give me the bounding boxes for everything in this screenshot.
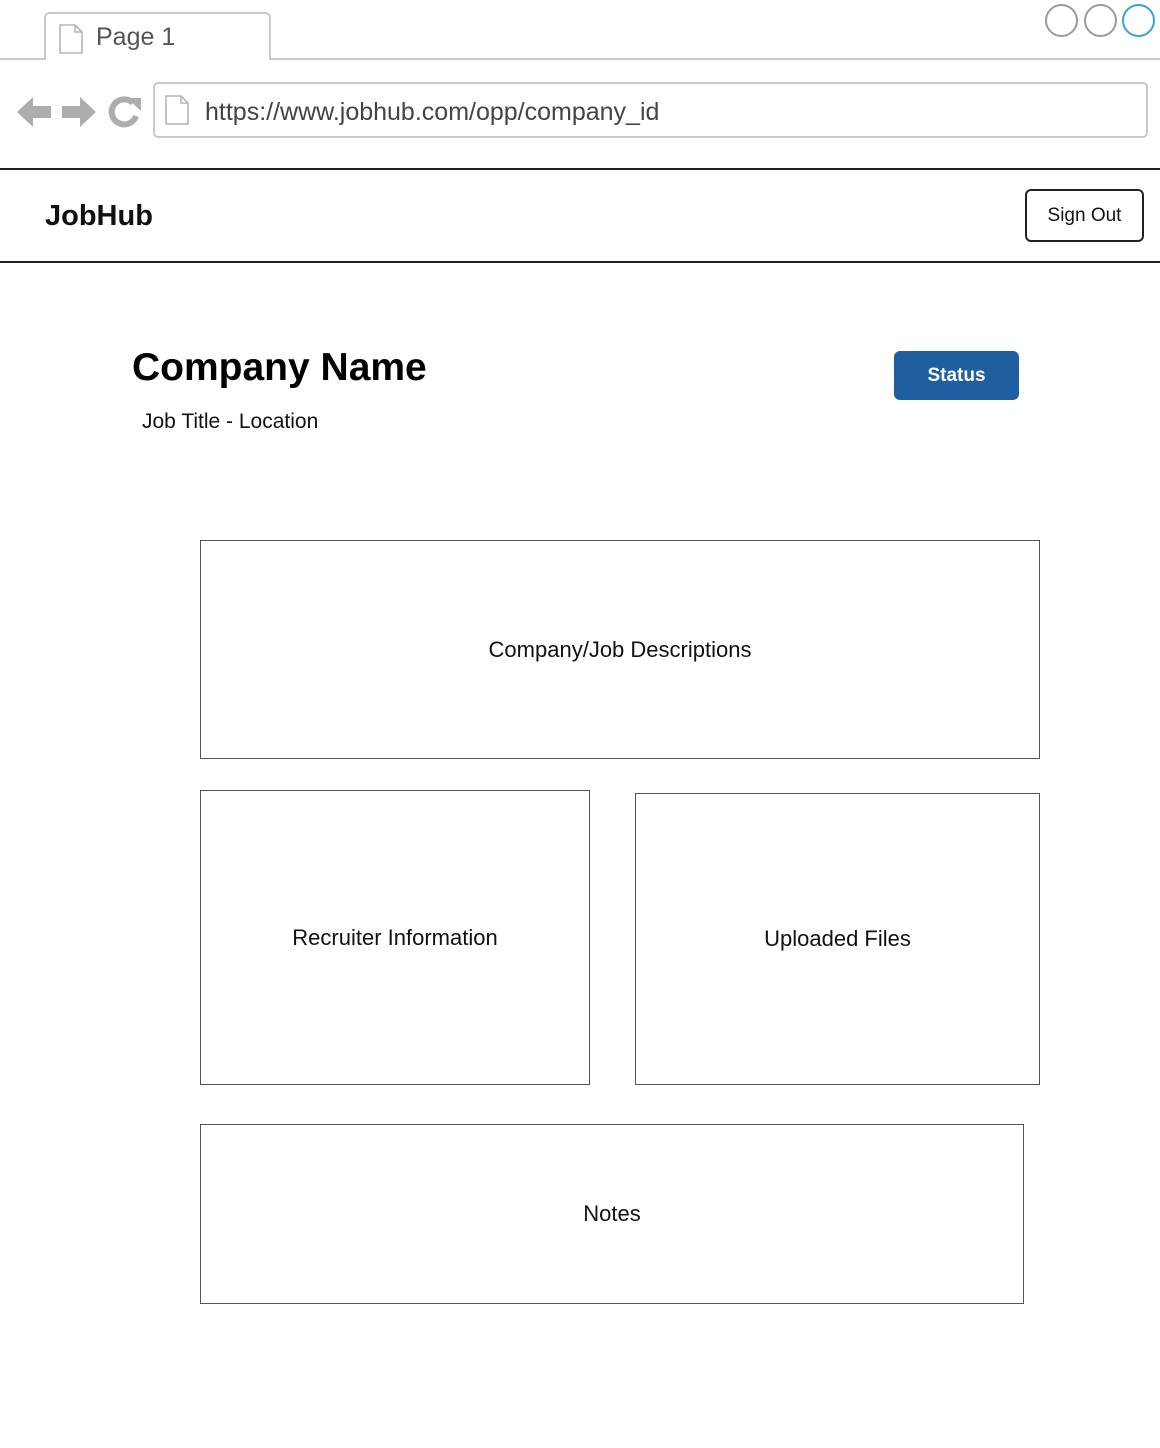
uploaded-files-panel: Uploaded Files [635, 793, 1040, 1085]
descriptions-panel: Company/Job Descriptions [200, 540, 1040, 759]
recruiter-info-panel: Recruiter Information [200, 790, 590, 1085]
status-button[interactable]: Status [894, 351, 1019, 400]
sign-out-button[interactable]: Sign Out [1025, 189, 1144, 242]
forward-arrow-icon[interactable] [60, 94, 98, 130]
window-control-circle[interactable] [1084, 4, 1117, 37]
reload-icon[interactable] [107, 94, 145, 130]
window-control-circle[interactable] [1045, 4, 1078, 37]
page-title: Company Name [132, 346, 427, 389]
browser-tab[interactable]: Page 1 [44, 12, 271, 60]
panel-label: Company/Job Descriptions [488, 636, 752, 662]
notes-panel: Notes [200, 1124, 1024, 1304]
brand-logo[interactable]: JobHub [45, 200, 153, 233]
tab-title: Page 1 [96, 23, 176, 51]
page-icon [164, 95, 190, 130]
address-bar[interactable]: https://www.jobhub.com/opp/company_id [153, 82, 1148, 138]
job-subtitle: Job Title - Location [142, 410, 319, 433]
window-control-circle[interactable] [1122, 4, 1155, 37]
back-arrow-icon[interactable] [15, 94, 53, 130]
page-icon [58, 24, 84, 59]
panel-label: Uploaded Files [764, 926, 911, 951]
header-divider [0, 261, 1160, 263]
panel-label: Recruiter Information [292, 924, 498, 950]
browser-chrome-divider [0, 168, 1160, 170]
panel-label: Notes [583, 1201, 641, 1226]
url-text[interactable]: https://www.jobhub.com/opp/company_id [205, 98, 659, 127]
